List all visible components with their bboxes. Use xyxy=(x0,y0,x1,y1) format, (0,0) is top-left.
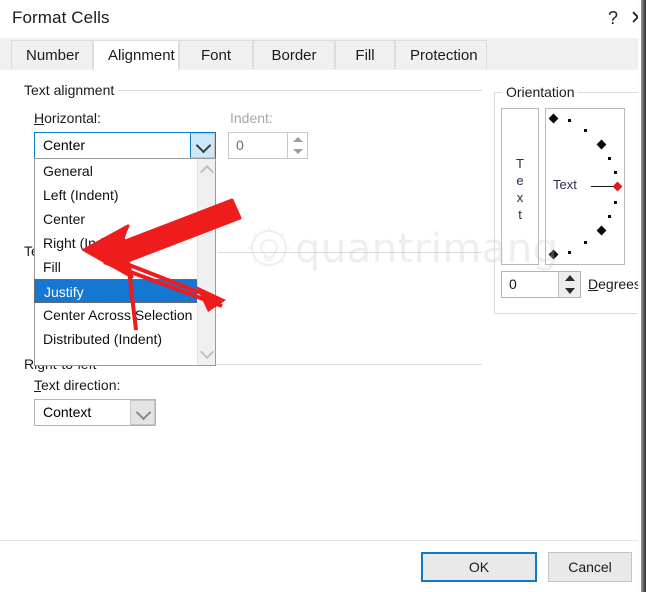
horizontal-label: Horizontal: xyxy=(34,110,101,126)
horizontal-combobox-value: Center xyxy=(43,137,86,153)
page-title: Format Cells xyxy=(12,8,110,27)
indent-label: Indent: xyxy=(230,110,273,126)
scroll-up-icon[interactable] xyxy=(199,164,214,180)
tab-border[interactable]: Border xyxy=(253,40,335,69)
dial-tick xyxy=(614,171,617,174)
tab-label: Alignment xyxy=(108,47,175,64)
degrees-spin-buttons[interactable] xyxy=(558,272,580,297)
window-shadow xyxy=(641,0,646,592)
chevron-down-icon xyxy=(195,137,211,153)
cancel-button[interactable]: Cancel xyxy=(548,552,632,582)
dial-text-label: Text xyxy=(553,177,577,192)
scroll-down-icon[interactable] xyxy=(199,344,214,360)
tab-alignment[interactable]: Alignment xyxy=(93,40,179,71)
dial-handle-m45[interactable] xyxy=(596,225,607,236)
text-alignment-group-label: Text alignment xyxy=(20,82,119,98)
horizontal-dropdown-list[interactable]: General Left (Indent) Center Right (Indent)… xyxy=(34,158,216,366)
dial-handle-0-selected[interactable] xyxy=(612,181,623,192)
indent-spin-buttons[interactable] xyxy=(287,133,307,158)
dialog-footer: OK Cancel xyxy=(0,540,638,592)
tab-label: Protection xyxy=(410,47,478,64)
help-button[interactable]: ? xyxy=(601,6,625,30)
text-direction-dropdown-button[interactable] xyxy=(130,400,155,425)
dropdown-scrollbar[interactable] xyxy=(197,159,215,365)
tab-label: Border xyxy=(271,47,317,64)
degrees-label: Degrees xyxy=(588,276,641,292)
vertical-text-label: Text xyxy=(516,156,524,222)
lightbulb-icon xyxy=(248,227,290,266)
orientation-dial[interactable]: Text xyxy=(545,108,625,265)
orientation-group-label: Orientation xyxy=(502,84,579,100)
dial-tick xyxy=(584,241,587,244)
dropdown-option-center-across-selection[interactable]: Center Across Selection xyxy=(35,303,198,327)
indent-stepper[interactable]: 0 xyxy=(228,132,308,159)
spin-up-icon[interactable] xyxy=(564,275,575,281)
vertical-text-option[interactable]: Text xyxy=(501,108,539,265)
dropdown-option-fill[interactable]: Fill xyxy=(35,255,198,279)
degrees-value: 0 xyxy=(509,276,517,292)
dial-tick xyxy=(568,251,571,254)
dropdown-option-right-indent[interactable]: Right (Indent) xyxy=(35,231,198,255)
dropdown-option-justify[interactable]: Justify xyxy=(34,279,207,303)
dial-tick xyxy=(608,157,611,160)
spin-down-icon[interactable] xyxy=(564,288,575,294)
dropdown-option-distributed-indent[interactable]: Distributed (Indent) xyxy=(35,327,198,351)
tab-number[interactable]: Number xyxy=(11,40,93,69)
text-alignment-divider xyxy=(112,90,482,91)
dropdown-option-general[interactable]: General xyxy=(35,159,198,183)
dialog-body: quantrimang Text alignment Horizontal: C… xyxy=(0,70,641,540)
dial-handle-90[interactable] xyxy=(548,113,559,124)
tab-strip: Number Alignment Font Border Fill Protection xyxy=(0,38,638,71)
dial-tick xyxy=(584,129,587,132)
text-control-divider xyxy=(218,252,482,253)
tab-font[interactable]: Font xyxy=(179,40,253,69)
dropdown-option-left-indent[interactable]: Left (Indent) xyxy=(35,183,198,207)
horizontal-combobox[interactable]: Center xyxy=(34,132,216,159)
tab-label: Fill xyxy=(355,47,375,64)
watermark: quantrimang xyxy=(243,220,558,290)
degrees-stepper[interactable]: 0 xyxy=(501,271,581,298)
dial-tick xyxy=(614,201,617,204)
spin-down-icon[interactable] xyxy=(292,149,303,154)
tab-label: Font xyxy=(200,47,231,64)
text-direction-combobox[interactable]: Context xyxy=(34,399,156,426)
spin-up-icon[interactable] xyxy=(292,137,303,142)
tab-protection[interactable]: Protection xyxy=(395,40,487,69)
text-direction-value: Context xyxy=(43,404,92,420)
tab-fill[interactable]: Fill xyxy=(335,40,395,69)
dial-handle-45[interactable] xyxy=(596,139,607,150)
indent-value: 0 xyxy=(236,137,244,153)
text-direction-label: Text direction: xyxy=(34,377,121,393)
dropdown-option-center[interactable]: Center xyxy=(35,207,198,231)
chevron-down-icon xyxy=(135,404,151,420)
horizontal-dropdown-button[interactable] xyxy=(190,133,215,158)
dial-tick xyxy=(608,215,611,218)
ok-button[interactable]: OK xyxy=(421,552,537,582)
dial-tick xyxy=(568,119,571,122)
dial-handle-m90[interactable] xyxy=(548,249,559,260)
title-bar: Format Cells ? ✕ xyxy=(0,0,646,38)
tab-label: Number xyxy=(26,47,80,64)
